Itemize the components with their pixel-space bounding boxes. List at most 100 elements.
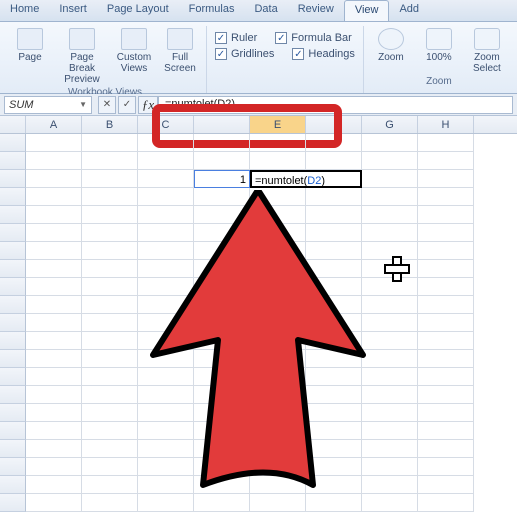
cell[interactable] [362,386,418,404]
cell[interactable] [138,404,194,422]
row-header[interactable] [0,440,26,458]
cell[interactable] [418,134,474,152]
cell[interactable] [306,476,362,494]
col-header-a[interactable]: A [26,116,82,133]
row-header[interactable] [0,224,26,242]
row-header[interactable] [0,386,26,404]
cell[interactable] [306,134,362,152]
cell[interactable] [250,404,306,422]
cell[interactable] [418,332,474,350]
cell[interactable] [418,260,474,278]
headings-checkbox[interactable]: ✓Headings [292,48,354,60]
cell[interactable] [362,296,418,314]
insert-function-button[interactable]: ƒx [138,96,158,114]
cell[interactable] [194,242,250,260]
cell[interactable] [26,350,82,368]
cell[interactable] [250,224,306,242]
cell[interactable] [26,314,82,332]
cell[interactable] [306,386,362,404]
cell[interactable] [306,188,362,206]
cell[interactable] [26,242,82,260]
page-layout-button[interactable]: Page [10,28,50,63]
cell[interactable] [82,314,138,332]
cell[interactable] [250,332,306,350]
cell[interactable] [26,188,82,206]
cell[interactable] [82,242,138,260]
tab-page-layout[interactable]: Page Layout [97,0,179,21]
cell[interactable] [194,476,250,494]
custom-views-button[interactable]: Custom Views [114,28,154,74]
cell[interactable] [26,278,82,296]
tab-review[interactable]: Review [288,0,344,21]
tab-view[interactable]: View [344,0,390,21]
tab-insert[interactable]: Insert [49,0,97,21]
row-header[interactable] [0,278,26,296]
row-header[interactable] [0,314,26,332]
cell[interactable] [194,332,250,350]
cell[interactable] [82,152,138,170]
cell[interactable] [362,278,418,296]
cell[interactable] [306,422,362,440]
row-header[interactable] [0,404,26,422]
cell[interactable] [194,458,250,476]
cell[interactable] [26,260,82,278]
cell[interactable] [250,386,306,404]
col-header-h[interactable]: H [418,116,474,133]
cell[interactable] [26,404,82,422]
formula-bar-checkbox[interactable]: ✓Formula Bar [275,32,352,44]
cell[interactable] [82,134,138,152]
cell[interactable] [194,404,250,422]
cell[interactable] [138,206,194,224]
cell[interactable] [138,386,194,404]
cell[interactable] [250,206,306,224]
cell[interactable] [82,206,138,224]
cell[interactable] [82,260,138,278]
row-header[interactable] [0,422,26,440]
row-header[interactable] [0,458,26,476]
cell[interactable] [250,188,306,206]
cell[interactable] [362,440,418,458]
cell[interactable] [138,152,194,170]
row-header[interactable] [0,242,26,260]
cell[interactable] [306,296,362,314]
row-header[interactable] [0,368,26,386]
cell[interactable] [26,152,82,170]
cell[interactable] [82,494,138,512]
worksheet-grid[interactable]: 1 =numtolet(D2) (function(){ var html=''… [0,134,517,512]
cell[interactable] [194,368,250,386]
col-header-c[interactable]: C [138,116,194,133]
zoom-100-button[interactable]: 100% [418,28,460,63]
col-header-f[interactable] [306,116,362,133]
cell[interactable] [250,260,306,278]
cell[interactable] [82,404,138,422]
cell[interactable] [194,422,250,440]
cell[interactable] [250,458,306,476]
cell[interactable] [138,350,194,368]
cell[interactable] [362,152,418,170]
cell[interactable] [362,332,418,350]
cell-d2[interactable]: 1 [194,170,250,188]
cell[interactable] [362,206,418,224]
cell[interactable] [418,350,474,368]
ruler-checkbox[interactable]: ✓Ruler [215,32,257,44]
cell[interactable] [250,422,306,440]
cell[interactable] [250,296,306,314]
col-header-d[interactable] [194,116,250,133]
cell[interactable] [418,170,474,188]
cell[interactable] [362,422,418,440]
cell[interactable] [418,458,474,476]
row-header[interactable] [0,476,26,494]
cell[interactable] [362,494,418,512]
cell[interactable] [362,170,418,188]
cell[interactable] [194,134,250,152]
cell[interactable] [250,350,306,368]
cell[interactable] [82,476,138,494]
cell[interactable] [26,458,82,476]
cell[interactable] [138,476,194,494]
cell[interactable] [82,440,138,458]
cell[interactable] [250,476,306,494]
cell[interactable] [138,458,194,476]
row-header[interactable] [0,206,26,224]
cell[interactable] [138,260,194,278]
row-header[interactable] [0,152,26,170]
